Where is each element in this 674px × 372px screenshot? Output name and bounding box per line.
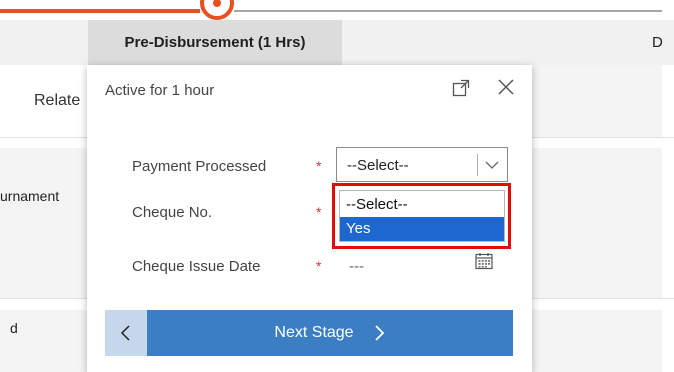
background-field-label: urnament — [0, 188, 60, 204]
select-value: --Select-- — [347, 157, 409, 174]
required-indicator: * — [316, 158, 322, 174]
background-panel — [532, 65, 662, 137]
stage-next[interactable]: D — [652, 20, 674, 65]
expand-icon[interactable] — [452, 79, 470, 97]
active-stage-marker-icon[interactable] — [200, 0, 234, 20]
background-field-label: d — [10, 320, 18, 336]
chevron-left-icon — [120, 325, 130, 341]
background-section-right — [532, 148, 662, 298]
previous-stage-button[interactable] — [105, 310, 147, 356]
next-stage-label: Next Stage — [274, 324, 354, 341]
background-section — [0, 148, 87, 298]
cheque-issue-date-field[interactable]: --- — [349, 258, 364, 275]
progress-line-remaining — [234, 10, 662, 12]
dropdown-option-yes[interactable]: Yes — [340, 217, 504, 241]
stage-navigation: Next Stage — [105, 310, 513, 356]
payment-processed-select[interactable]: --Select-- — [336, 147, 508, 182]
process-progress-track — [0, 0, 674, 20]
dropdown-option-select[interactable]: --Select-- — [340, 193, 504, 217]
payment-processed-label: Payment Processed — [132, 158, 267, 175]
background-section-bottom-right — [532, 310, 662, 372]
required-indicator: * — [316, 204, 322, 220]
stage-pre-disbursement[interactable]: Pre-Disbursement (1 Hrs) — [88, 20, 342, 65]
calendar-icon[interactable] — [474, 251, 494, 271]
chevron-right-icon — [374, 325, 384, 341]
cheque-no-label: Cheque No. — [132, 204, 213, 221]
close-icon[interactable] — [496, 77, 516, 97]
cheque-issue-date-label: Cheque Issue Date — [132, 258, 261, 275]
progress-line-completed — [0, 9, 200, 13]
next-stage-button[interactable]: Next Stage — [147, 310, 513, 356]
chevron-down-icon[interactable] — [483, 156, 501, 174]
tab-related[interactable]: Relate — [34, 92, 80, 110]
stage-marker-dot — [213, 0, 221, 7]
select-divider — [477, 154, 478, 176]
flyout-status-text: Active for 1 hour — [105, 82, 215, 99]
required-indicator: * — [316, 258, 322, 274]
payment-processed-dropdown-list: --Select-- Yes — [339, 190, 505, 242]
